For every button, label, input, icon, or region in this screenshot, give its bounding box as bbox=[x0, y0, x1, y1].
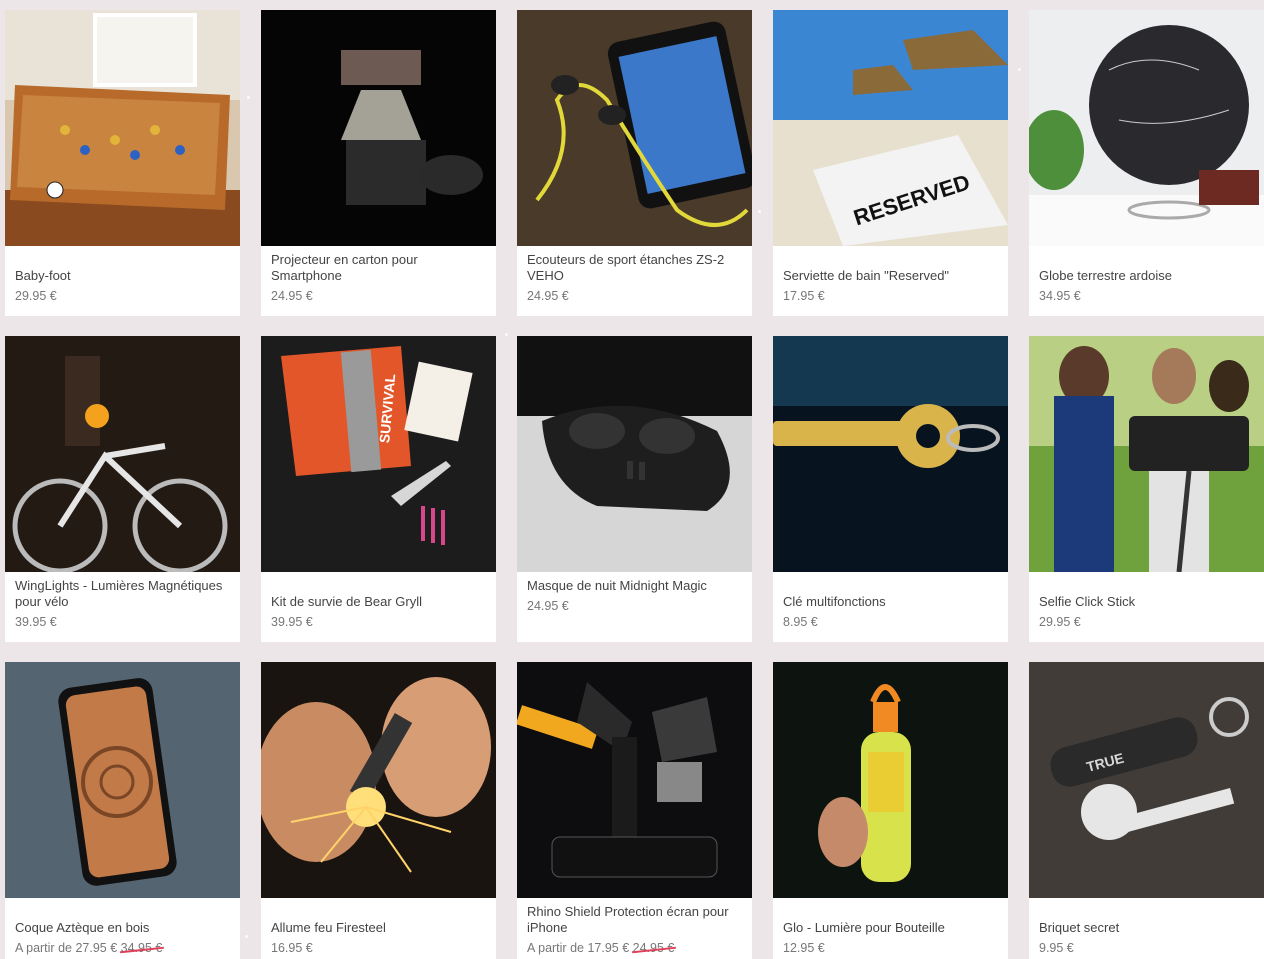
product-name[interactable]: Globe terrestre ardoise bbox=[1039, 268, 1256, 284]
bottle-light-image[interactable] bbox=[773, 662, 1008, 898]
cardboard-projector-image[interactable] bbox=[261, 10, 496, 246]
decor-speck bbox=[1255, 925, 1258, 928]
product-name[interactable]: Kit de survie de Bear Gryll bbox=[271, 594, 488, 610]
product-card[interactable]: Ecouteurs de sport étanches ZS-2 VEHO 24… bbox=[517, 10, 752, 316]
product-card[interactable]: Selfie Click Stick 29.95 € bbox=[1029, 336, 1264, 642]
product-name[interactable]: Selfie Click Stick bbox=[1039, 594, 1256, 610]
product-price: 29.95 € bbox=[1039, 615, 1081, 629]
table-football-image[interactable] bbox=[5, 10, 240, 246]
sleep-mask-image[interactable] bbox=[517, 336, 752, 572]
product-price: 9.95 € bbox=[1039, 941, 1074, 955]
product-price: 17.95 € bbox=[783, 289, 825, 303]
survival-kit-image[interactable]: SURVIVAL bbox=[261, 336, 496, 572]
product-name[interactable]: Baby-foot bbox=[15, 268, 232, 284]
firesteel-image[interactable] bbox=[261, 662, 496, 898]
secret-lighter-image[interactable]: TRUE bbox=[1029, 662, 1264, 898]
product-price: 39.95 € bbox=[15, 615, 57, 629]
product-name[interactable]: Coque Aztèque en bois bbox=[15, 920, 232, 936]
old-price: 24.95 € bbox=[632, 941, 675, 955]
product-name[interactable]: Ecouteurs de sport étanches ZS-2 VEHO bbox=[527, 252, 744, 284]
product-price: A partir de 17.95 € 24.95 € bbox=[527, 941, 675, 955]
selfie-stick-image[interactable] bbox=[1029, 336, 1264, 572]
product-name[interactable]: Rhino Shield Protection écran pour iPhon… bbox=[527, 904, 744, 936]
product-name[interactable]: Masque de nuit Midnight Magic bbox=[527, 578, 744, 594]
product-card[interactable]: Globe terrestre ardoise 34.95 € bbox=[1029, 10, 1264, 316]
beach-towel-image[interactable]: RESERVED bbox=[773, 10, 1008, 246]
product-price: 34.95 € bbox=[1039, 289, 1081, 303]
product-card[interactable]: RESERVED Serviette de bain "Reserved" 17… bbox=[773, 10, 1008, 316]
product-card[interactable]: Clé multifonctions 8.95 € bbox=[773, 336, 1008, 642]
product-price: 24.95 € bbox=[527, 599, 569, 613]
product-price: A partir de 27.95 € 34.95 € bbox=[15, 941, 163, 955]
product-price: 24.95 € bbox=[271, 289, 313, 303]
screen-protector-image[interactable] bbox=[517, 662, 752, 898]
sport-earphones-image[interactable] bbox=[517, 10, 752, 246]
chalkboard-globe-image[interactable] bbox=[1029, 10, 1264, 246]
multitool-key-image[interactable] bbox=[773, 336, 1008, 572]
decor-speck bbox=[505, 333, 508, 336]
wooden-case-image[interactable] bbox=[5, 662, 240, 898]
product-card[interactable]: Allume feu Firesteel 16.95 € bbox=[261, 662, 496, 959]
product-card[interactable]: WingLights - Lumières Magnétiques pour v… bbox=[5, 336, 240, 642]
product-card[interactable]: Masque de nuit Midnight Magic 24.95 € bbox=[517, 336, 752, 642]
product-card[interactable]: Baby-foot 29.95 € bbox=[5, 10, 240, 316]
product-name[interactable]: Glo - Lumière pour Bouteille bbox=[783, 920, 1000, 936]
product-name[interactable]: Projecteur en carton pour Smartphone bbox=[271, 252, 488, 284]
product-card[interactable]: Glo - Lumière pour Bouteille 12.95 € bbox=[773, 662, 1008, 959]
decor-speck bbox=[1018, 68, 1021, 71]
product-price: 39.95 € bbox=[271, 615, 313, 629]
decor-speck bbox=[245, 935, 248, 938]
product-name[interactable]: Briquet secret bbox=[1039, 920, 1256, 936]
product-name[interactable]: Serviette de bain "Reserved" bbox=[783, 268, 1000, 284]
product-grid: Baby-foot 29.95 € Projecteur en carton p… bbox=[0, 0, 1264, 959]
product-name[interactable]: Allume feu Firesteel bbox=[271, 920, 488, 936]
product-card[interactable]: Rhino Shield Protection écran pour iPhon… bbox=[517, 662, 752, 959]
decor-speck bbox=[758, 210, 761, 213]
product-card[interactable]: SURVIVAL Kit de survie de Bear Gryll 39.… bbox=[261, 336, 496, 642]
old-price: 34.95 € bbox=[120, 941, 163, 955]
product-card[interactable]: Projecteur en carton pour Smartphone 24.… bbox=[261, 10, 496, 316]
bike-lights-image[interactable] bbox=[5, 336, 240, 572]
product-name[interactable]: WingLights - Lumières Magnétiques pour v… bbox=[15, 578, 232, 610]
product-card[interactable]: Coque Aztèque en bois A partir de 27.95 … bbox=[5, 662, 240, 959]
product-price: 8.95 € bbox=[783, 615, 818, 629]
product-card[interactable]: TRUE Briquet secret 9.95 € bbox=[1029, 662, 1264, 959]
decor-speck bbox=[247, 96, 250, 99]
product-price: 24.95 € bbox=[527, 289, 569, 303]
product-price: 12.95 € bbox=[783, 941, 825, 955]
product-name[interactable]: Clé multifonctions bbox=[783, 594, 1000, 610]
product-price: 16.95 € bbox=[271, 941, 313, 955]
product-price: 29.95 € bbox=[15, 289, 57, 303]
